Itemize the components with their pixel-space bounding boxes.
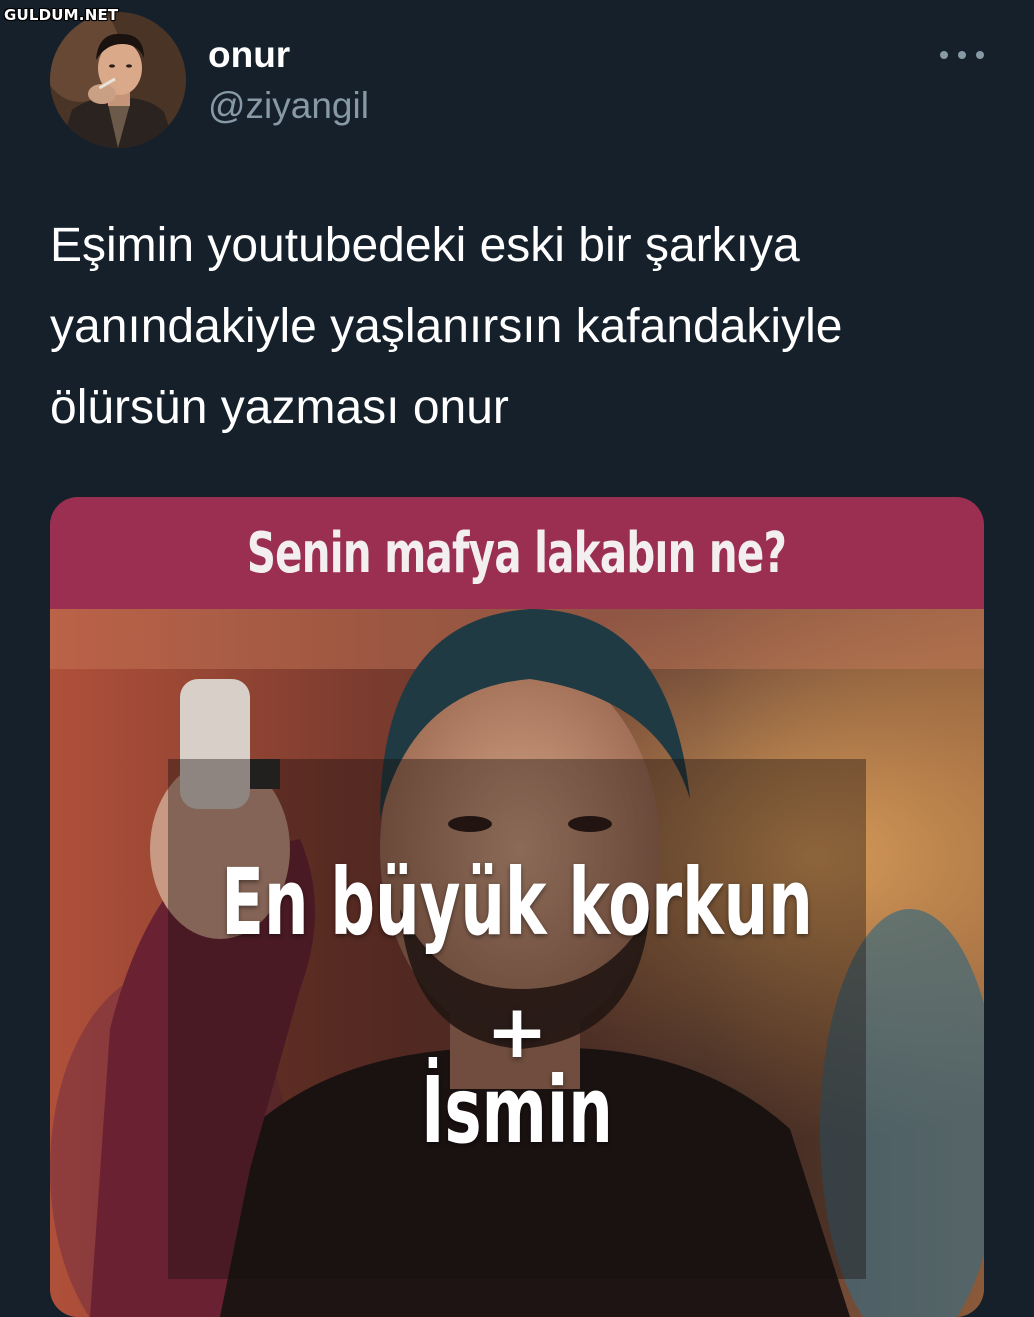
avatar-photo [50, 12, 186, 148]
avatar[interactable] [50, 12, 186, 148]
media-header: Senin mafya lakabın ne? [50, 497, 984, 609]
author-name[interactable]: onur [208, 33, 290, 77]
site-watermark: GULDUM.NET [4, 6, 119, 24]
media-overlay-line2: İsmin [421, 1057, 613, 1164]
more-dot [940, 51, 948, 59]
more-dot [958, 51, 966, 59]
more-horizontal-icon[interactable] [940, 44, 984, 66]
tweet-text: Eşimin youtubedeki eski bir şarkıya yanı… [50, 205, 1000, 448]
tweet-text-line: Eşimin youtubedeki eski bir şarkıya [50, 219, 800, 272]
more-dot [976, 51, 984, 59]
tweet-text-line: yanındakiyle yaşlanırsın kafandakiyle [50, 300, 843, 353]
tweet-media-card[interactable]: Senin mafya lakabın ne? En büyük korkun … [50, 497, 984, 1317]
media-overlay-line1: En büyük korkun [221, 849, 813, 956]
media-header-text: Senin mafya lakabın ne? [247, 520, 787, 586]
tweet-text-line: ölürsün yazması onur [50, 381, 509, 434]
author-handle[interactable]: @ziyangil [208, 84, 369, 128]
